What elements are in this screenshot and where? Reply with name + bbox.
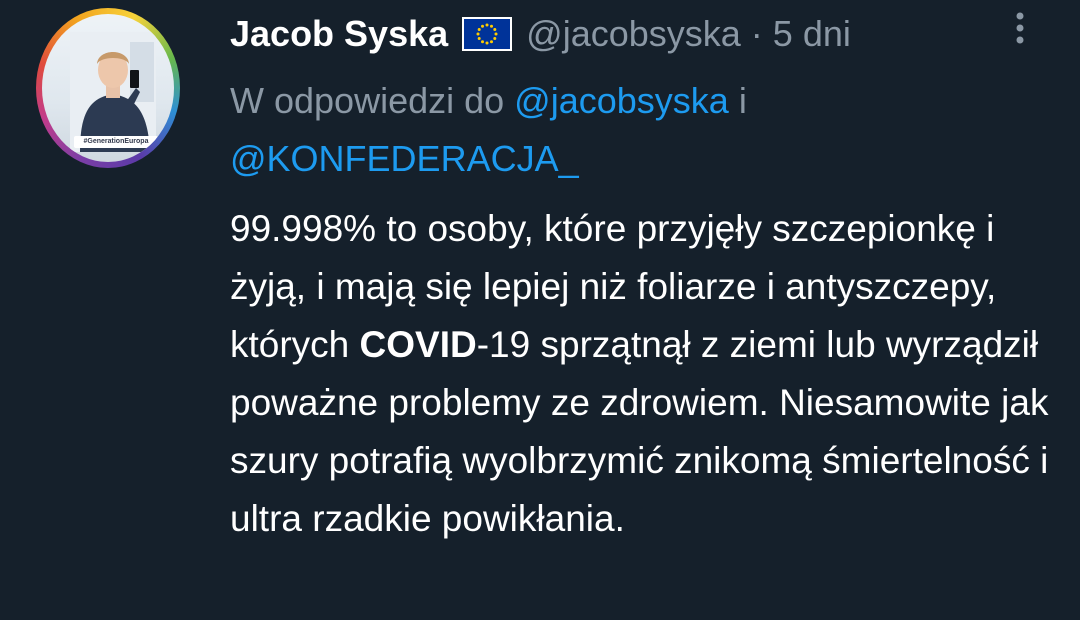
avatar-tag: #GenerationEuropa — [74, 136, 158, 148]
more-options-icon[interactable] — [1008, 8, 1032, 48]
separator-dot: · — [750, 13, 763, 54]
person-silhouette — [70, 32, 156, 152]
mention-link[interactable]: @KONFEDERACJA_ — [230, 138, 579, 179]
avatar-photo: #GenerationEuropa — [42, 14, 174, 162]
author-name[interactable]: Jacob Syska — [230, 12, 448, 56]
reply-conjunction: i — [738, 80, 747, 121]
reply-context: W odpowiedzi do @jacobsyska i @KONFEDERA… — [230, 72, 1030, 188]
avatar[interactable]: #GenerationEuropa — [36, 8, 180, 168]
eu-flag-icon — [462, 17, 513, 51]
reply-prefix: W odpowiedzi do — [230, 80, 505, 121]
mention-link[interactable]: @jacobsyska — [514, 80, 729, 121]
author-handle[interactable]: @jacobsyska — [526, 12, 741, 56]
timestamp[interactable]: 5 dni — [773, 12, 851, 56]
tweet-header: Jacob Syska @jacobsyska · 5 dni — [230, 12, 851, 56]
tweet-bold-term: COVID — [359, 324, 477, 365]
tweet-text: 99.998% to osoby, które przyjęły szczepi… — [230, 200, 1050, 548]
